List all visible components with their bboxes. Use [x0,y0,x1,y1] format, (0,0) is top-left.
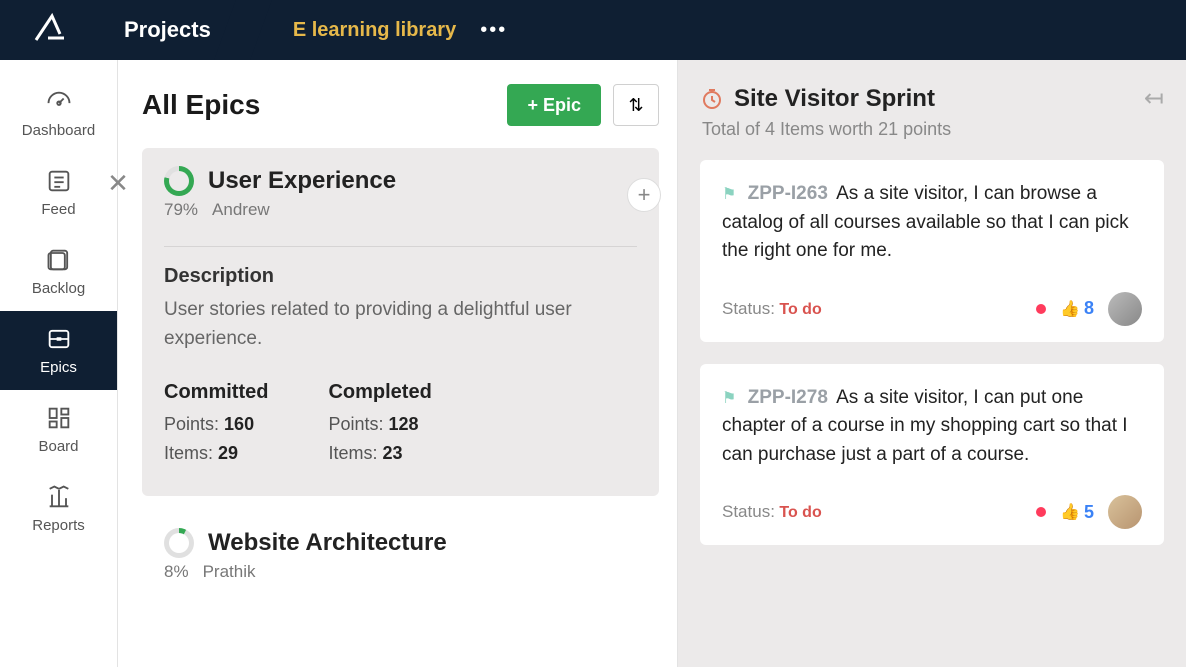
epic-percent: 8% [164,562,189,582]
completed-items: 23 [382,443,402,463]
description-label: Description [164,265,637,288]
story-card[interactable]: ⚑ ZPP-I263 As a site visitor, I can brow… [700,160,1164,342]
story-id: ZPP-I263 [748,183,828,204]
story-id: ZPP-I278 [748,387,828,408]
committed-items: 29 [218,443,238,463]
points-label: Points: [328,414,383,434]
story-card[interactable]: ⚑ ZPP-I278 As a site visitor, I can put … [700,364,1164,546]
thumbs-count: 8 [1084,298,1094,319]
sort-icon: ⇅ [628,95,643,116]
backlog-icon [45,246,73,274]
epic-percent: 79% [164,200,198,220]
app-logo[interactable] [0,0,100,60]
priority-dot-icon [1036,304,1046,314]
epic-owner: Prathik [203,562,256,582]
sidebar-item-dashboard[interactable]: Dashboard [0,74,117,153]
description-text: User stories related to providing a deli… [164,296,637,353]
epics-icon [45,325,73,353]
main-panel: All Epics + Epic ⇅ ✕ + User Experience [118,60,678,667]
avatar[interactable] [1108,292,1142,326]
status-label: Status: [722,502,775,521]
thumbs-count: 5 [1084,502,1094,523]
sprint-subtitle: Total of 4 Items worth 21 points [702,119,1164,140]
sidebar-item-label: Backlog [32,280,85,297]
status-value: To do [779,504,821,521]
projects-tab[interactable]: Projects [100,0,243,60]
items-label: Items: [164,443,213,463]
page-title: All Epics [142,89,260,121]
gauge-icon [45,88,73,116]
sprint-panel: Site Visitor Sprint ↤ Total of 4 Items w… [678,60,1186,667]
thumbs-icon[interactable]: 👍8 [1060,298,1094,319]
progress-pie-icon [164,166,194,196]
sort-button[interactable]: ⇅ [613,84,659,126]
items-label: Items: [328,443,377,463]
feed-icon [45,167,73,195]
sidebar-item-label: Board [38,438,78,455]
add-epic-button[interactable]: + Epic [507,84,601,126]
reports-icon [45,483,73,511]
sidebar-item-epics[interactable]: Epics [0,311,117,390]
sidebar-item-label: Epics [40,359,77,376]
projects-label: Projects [124,17,211,43]
status-value: To do [779,301,821,318]
epic-owner: Andrew [212,200,270,220]
epic-card[interactable]: Website Architecture 8% Prathik [142,518,659,586]
epic-title: User Experience [208,167,396,195]
thumbs-icon[interactable]: 👍5 [1060,502,1094,523]
sidebar-item-label: Dashboard [22,122,95,139]
avatar[interactable] [1108,495,1142,529]
status-label: Status: [722,299,775,318]
sidebar-item-label: Feed [41,201,75,218]
sidebar-item-label: Reports [32,517,85,534]
more-menu-icon[interactable]: ••• [480,19,507,42]
topbar: Projects E learning library ••• [0,0,1186,60]
breadcrumb-area: E learning library ••• [243,0,1186,60]
priority-dot-icon [1036,507,1046,517]
completed-label: Completed [328,381,431,404]
breadcrumb-title[interactable]: E learning library [293,19,456,42]
committed-label: Committed [164,381,268,404]
close-icon[interactable]: ✕ [98,148,138,199]
collapse-arrow-icon[interactable]: ↤ [1144,84,1164,113]
epic-card[interactable]: ✕ + User Experience 79% Andrew Descripti… [142,148,659,496]
flag-icon: ⚑ [722,387,736,411]
flag-icon: ⚑ [722,183,736,207]
epic-title: Website Architecture [208,529,447,557]
progress-pie-icon [164,528,194,558]
sprint-icon [700,87,724,111]
sidebar-item-backlog[interactable]: Backlog [0,232,117,311]
board-icon [45,404,73,432]
add-item-button[interactable]: + [627,178,661,212]
sprint-title: Site Visitor Sprint [734,85,935,113]
completed-points: 128 [389,414,419,434]
sidebar-item-board[interactable]: Board [0,390,117,469]
points-label: Points: [164,414,219,434]
sidebar-item-reports[interactable]: Reports [0,469,117,548]
committed-points: 160 [224,414,254,434]
